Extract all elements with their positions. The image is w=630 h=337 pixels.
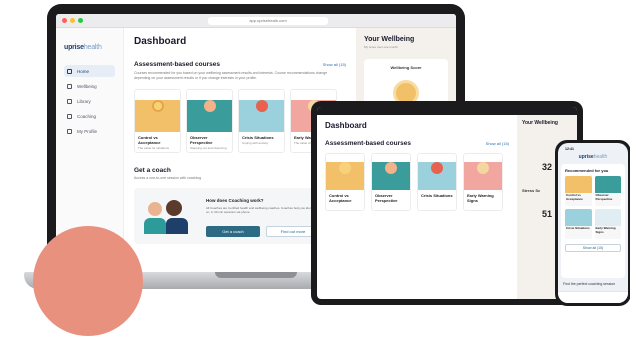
- sidebar-item-library[interactable]: Library: [64, 95, 115, 107]
- laptop-notch: [215, 272, 297, 278]
- wellbeing-title: Your Wellbeing: [364, 36, 415, 43]
- wellbeing-subtitle: My score over one month: [364, 45, 398, 49]
- find-coaching-text: Find the perfect coaching session: [563, 282, 616, 286]
- get-coach-button[interactable]: Get a coach: [206, 226, 260, 237]
- course-card[interactable]: Early Warning Signs: [463, 153, 503, 211]
- course-card[interactable]: Crisis Situations: [565, 209, 592, 239]
- decorative-circle: [33, 226, 143, 336]
- book-icon: [67, 98, 72, 104]
- course-card[interactable]: Observer Perspective: [594, 176, 621, 206]
- tab-bar[interactable]: [558, 291, 628, 303]
- maximize-window-icon[interactable]: [78, 18, 83, 23]
- course-card[interactable]: Observer Perspective: [371, 153, 411, 211]
- product-showcase: app.upriseheath.com uprisehealth Home We…: [0, 0, 630, 337]
- courses-heading: Assessment-based courses: [134, 61, 220, 68]
- course-card[interactable]: Control vs Acceptance: [565, 176, 592, 206]
- course-card[interactable]: Control vs Acceptance The value for situ…: [134, 89, 181, 153]
- coach-illustration: [144, 196, 194, 236]
- course-card[interactable]: Control vs Acceptance: [325, 153, 365, 211]
- browser-toolbar: app.upriseheath.com: [56, 14, 456, 28]
- page-title: Dashboard: [325, 121, 367, 130]
- sidebar-item-coaching[interactable]: Coaching: [64, 110, 115, 122]
- course-card[interactable]: Observer Perspective Stepping out and ob…: [186, 89, 233, 153]
- course-illustration: [187, 100, 232, 132]
- address-bar[interactable]: app.upriseheath.com: [208, 16, 328, 25]
- chat-icon: [67, 113, 72, 119]
- sidebar-item-wellbeing[interactable]: Wellbeing: [64, 80, 115, 92]
- tablet: Dashboard Assessment-based courses Show …: [311, 101, 583, 305]
- show-all-link[interactable]: Show all (15): [486, 141, 509, 146]
- sidebar-item-home[interactable]: Home: [64, 65, 115, 77]
- course-card[interactable]: Early Warning Signs: [594, 209, 621, 239]
- close-window-icon[interactable]: [62, 18, 67, 23]
- show-all-link[interactable]: Show all (15): [323, 62, 346, 67]
- courses-description: Courses recommended for you based on you…: [134, 71, 328, 80]
- tablet-main: Dashboard Assessment-based courses Show …: [317, 115, 517, 299]
- home-icon: [67, 68, 72, 74]
- sidebar-item-profile[interactable]: My Profile: [64, 125, 115, 137]
- course-card[interactable]: Crisis Situations: [417, 153, 457, 211]
- recommended-heading: Recommended for you: [565, 168, 609, 173]
- course-illustration: [239, 100, 284, 132]
- chart-icon: [67, 83, 72, 89]
- phone: 12:41 uprisehealth Recommended for you C…: [555, 140, 630, 306]
- course-card[interactable]: Crisis Situations Coping with anxiety: [238, 89, 285, 153]
- tablet-screen: Dashboard Assessment-based courses Show …: [317, 107, 577, 299]
- logo: uprisehealth: [578, 154, 608, 160]
- logo[interactable]: uprisehealth: [64, 44, 115, 51]
- phone-screen: 12:41 uprisehealth Recommended for you C…: [558, 143, 628, 303]
- user-icon: [67, 128, 72, 134]
- minimize-window-icon[interactable]: [70, 18, 75, 23]
- show-all-button[interactable]: Show all (15): [565, 244, 621, 252]
- course-illustration: [135, 100, 180, 132]
- coach-question: How does Coaching work?: [206, 198, 264, 203]
- status-bar-time: 12:41: [565, 147, 574, 151]
- recommended-panel: Recommended for you Control vs Acceptanc…: [561, 164, 625, 278]
- page-title: Dashboard: [134, 36, 187, 47]
